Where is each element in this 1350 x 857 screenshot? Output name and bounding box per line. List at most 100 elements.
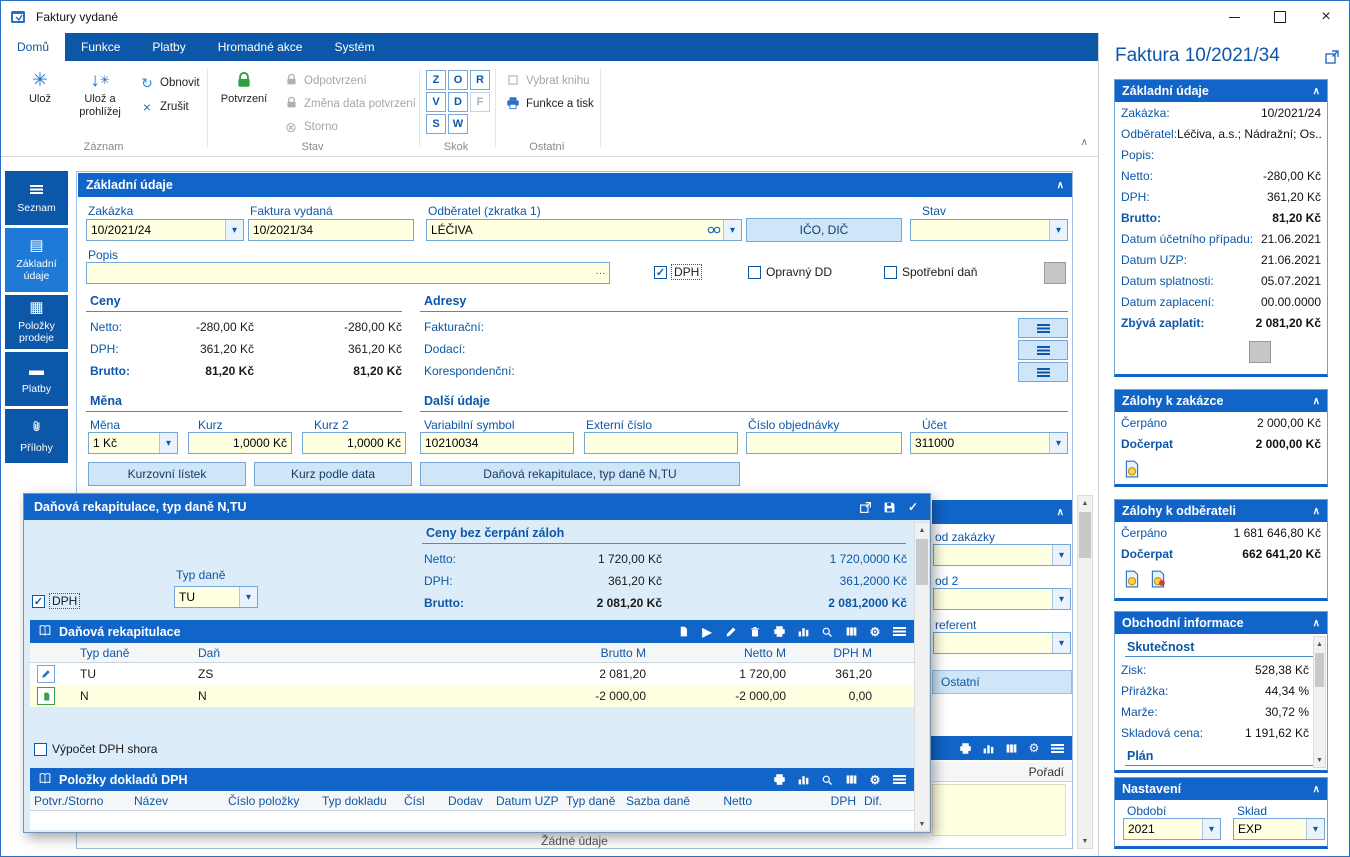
od2-field[interactable]: ▾ — [933, 588, 1071, 610]
dropdown-icon[interactable]: ▾ — [1052, 589, 1070, 609]
odberatel-field[interactable]: ▾ — [426, 219, 742, 241]
referent-input[interactable] — [934, 636, 1052, 650]
variabilni-symbol-input[interactable] — [421, 436, 573, 450]
jump-key-z[interactable]: Z — [426, 70, 446, 90]
kurz2-input[interactable] — [303, 436, 405, 450]
columns-icon[interactable] — [1004, 741, 1018, 755]
tab-hromadne-akce[interactable]: Hromadné akce — [202, 33, 319, 61]
jump-key-w[interactable]: W — [448, 114, 468, 134]
cancel-button[interactable]: × Zrušit — [139, 97, 189, 117]
collapse-icon[interactable]: ∧ — [1313, 784, 1320, 795]
save-button[interactable]: ✳ Ulož — [11, 67, 69, 106]
stav-input[interactable] — [911, 223, 1049, 237]
new-record-icon[interactable] — [676, 625, 690, 639]
hamburger-icon[interactable] — [1050, 741, 1064, 755]
dropdown-icon[interactable]: ▾ — [159, 433, 177, 453]
sidebar-item-seznam[interactable]: Seznam — [5, 171, 68, 225]
popis-input[interactable] — [87, 266, 592, 280]
scroll-track[interactable] — [915, 537, 929, 817]
info-section-header[interactable]: Obchodní informace ∧ — [1115, 612, 1327, 634]
dropdown-icon[interactable]: ▾ — [1049, 433, 1067, 453]
scroll-up-icon[interactable]: ▲ — [1314, 637, 1325, 651]
externi-cislo-field[interactable] — [584, 432, 738, 454]
close-button[interactable]: × — [1303, 1, 1349, 33]
danova-rekapitulace-button[interactable]: Daňová rekapitulace, typ daně N,TU — [420, 462, 740, 486]
refresh-button[interactable]: ↻ Obnovit — [139, 73, 200, 93]
gear-icon[interactable]: ⚙ — [1027, 741, 1041, 755]
advance-doc-alert-icon[interactable] — [1149, 570, 1167, 593]
kurz-input[interactable] — [189, 436, 291, 450]
search-icon[interactable] — [820, 625, 834, 639]
save-and-view-button[interactable]: ↓ ✳ Ulož a prohlížej — [69, 67, 131, 119]
dropdown-icon[interactable]: ▾ — [1049, 220, 1067, 240]
scroll-down-icon[interactable]: ▼ — [915, 817, 929, 831]
cislo-objednavky-field[interactable] — [746, 432, 902, 454]
col-dif[interactable]: Dif. — [860, 794, 900, 808]
scroll-track[interactable] — [1314, 651, 1325, 753]
select-book-button[interactable]: Vybrat knihu — [505, 71, 590, 91]
link-icon[interactable] — [705, 225, 723, 235]
main-scrollbar[interactable]: ▲ ▼ — [1077, 495, 1093, 849]
scroll-up-icon[interactable]: ▲ — [915, 523, 929, 537]
maximize-button[interactable] — [1257, 1, 1303, 33]
scroll-thumb[interactable] — [1315, 653, 1324, 687]
save-icon[interactable] — [882, 500, 896, 514]
collapse-icon[interactable]: ∧ — [1057, 180, 1064, 191]
columns-icon[interactable] — [844, 773, 858, 787]
collapse-icon[interactable]: ∧ — [1313, 618, 1320, 629]
change-confirm-date-button[interactable]: Změna data potvrzení — [283, 94, 416, 114]
col-brutto-m[interactable]: Brutto M — [566, 646, 650, 660]
hamburger-icon[interactable] — [892, 773, 906, 787]
info-section-header[interactable]: Zálohy k zakázce ∧ — [1115, 390, 1327, 412]
columns-icon[interactable] — [844, 625, 858, 639]
collapse-icon[interactable]: ∧ — [1313, 86, 1320, 97]
stav-field[interactable]: ▾ — [910, 219, 1068, 241]
jump-key-s[interactable]: S — [426, 114, 446, 134]
collapse-icon[interactable]: ∧ — [1313, 506, 1320, 517]
col-sazba-dane[interactable]: Sazba daně — [622, 794, 690, 808]
col-potvr-storno[interactable]: Potvr./Storno — [30, 794, 130, 808]
od-zakazky-input[interactable] — [934, 548, 1052, 562]
confirm-button[interactable]: Potvrzení — [215, 67, 273, 106]
info-section-header[interactable]: Základní údaje ∧ — [1115, 80, 1327, 102]
externi-cislo-input[interactable] — [585, 436, 737, 450]
obdobi-field[interactable]: ▾ — [1123, 818, 1221, 840]
mena-input[interactable] — [89, 436, 159, 450]
faktura-input[interactable] — [249, 223, 413, 237]
faktura-field[interactable] — [248, 219, 414, 241]
col-netto-m[interactable]: Netto M — [650, 646, 790, 660]
dropdown-icon[interactable]: ▾ — [239, 587, 257, 607]
dropdown-icon[interactable]: ▾ — [1306, 819, 1324, 839]
unconfirm-button[interactable]: Odpotvrzení — [283, 71, 367, 91]
printer-icon[interactable] — [772, 625, 786, 639]
sidebar-item-polozky-prodeje[interactable]: ▦ Položky prodeje — [5, 295, 68, 349]
jump-key-r[interactable]: R — [470, 70, 490, 90]
poradi-column-header[interactable]: Pořadí — [932, 762, 1072, 782]
advance-doc-icon[interactable] — [1123, 570, 1141, 593]
popout-icon[interactable] — [1324, 49, 1340, 70]
storno-button[interactable]: ⊗ Storno — [283, 117, 338, 137]
collapse-icon[interactable]: ∧ — [1057, 507, 1064, 518]
od2-input[interactable] — [934, 592, 1052, 606]
dropdown-icon[interactable]: ▾ — [723, 220, 741, 240]
referent-field[interactable]: ▾ — [933, 632, 1071, 654]
gear-icon[interactable]: ⚙ — [868, 773, 882, 787]
col-dan[interactable]: Daň — [194, 646, 566, 660]
col-dph-m[interactable]: DPH M — [790, 646, 876, 660]
printer-icon[interactable] — [958, 741, 972, 755]
dodaci-address-button[interactable] — [1018, 340, 1068, 360]
col-nazev[interactable]: Název — [130, 794, 224, 808]
scroll-track[interactable] — [1078, 510, 1092, 834]
cislo-objednavky-input[interactable] — [747, 436, 901, 450]
col-typ-dokladu[interactable]: Typ dokladu — [318, 794, 400, 808]
od-zakazky-field[interactable]: ▾ — [933, 544, 1071, 566]
dph-checkbox[interactable]: ✓ DPH — [654, 264, 703, 280]
chart-icon[interactable] — [981, 741, 995, 755]
korespondencni-address-button[interactable] — [1018, 362, 1068, 382]
dropdown-icon[interactable]: ▾ — [1052, 633, 1070, 653]
col-dph[interactable]: DPH — [756, 794, 860, 808]
popis-field[interactable]: ··· — [86, 262, 610, 284]
sklad-input[interactable] — [1234, 822, 1306, 836]
jump-key-v[interactable]: V — [426, 92, 446, 112]
dlg-dph-checkbox[interactable]: ✓ DPH — [32, 593, 81, 609]
